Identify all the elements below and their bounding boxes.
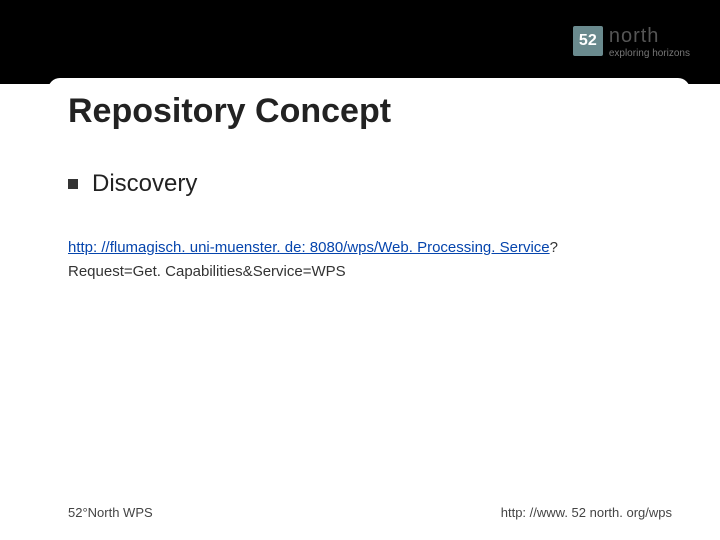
footer: 52°North WPS http: //www. 52 north. org/… bbox=[68, 505, 672, 520]
url-line-2: Request=Get. Capabilities&Service=WPS bbox=[68, 260, 672, 284]
square-bullet-icon bbox=[68, 179, 78, 189]
logo-main: north bbox=[609, 26, 690, 46]
footer-right: http: //www. 52 north. org/wps bbox=[501, 505, 672, 520]
bullet-row: Discovery bbox=[68, 170, 672, 198]
logo: 52 north exploring horizons bbox=[573, 26, 690, 59]
logo-square-icon: 52 bbox=[573, 26, 603, 56]
footer-left: 52°North WPS bbox=[68, 505, 153, 520]
slide: 52 north exploring horizons Repository C… bbox=[0, 0, 720, 540]
bullet-text: Discovery bbox=[92, 170, 197, 198]
body: Discovery http: //flumagisch. uni-muenst… bbox=[68, 170, 672, 284]
logo-text: north exploring horizons bbox=[609, 26, 690, 59]
title-container: Repository Concept bbox=[48, 78, 690, 144]
page-title: Repository Concept bbox=[68, 92, 391, 131]
url-link[interactable]: http: //flumagisch. uni-muenster. de: 80… bbox=[68, 239, 550, 256]
url-block: http: //flumagisch. uni-muenster. de: 80… bbox=[68, 236, 672, 284]
url-line-1: http: //flumagisch. uni-muenster. de: 80… bbox=[68, 236, 672, 260]
logo-sub: exploring horizons bbox=[609, 49, 690, 59]
url-question-mark: ? bbox=[550, 239, 558, 256]
